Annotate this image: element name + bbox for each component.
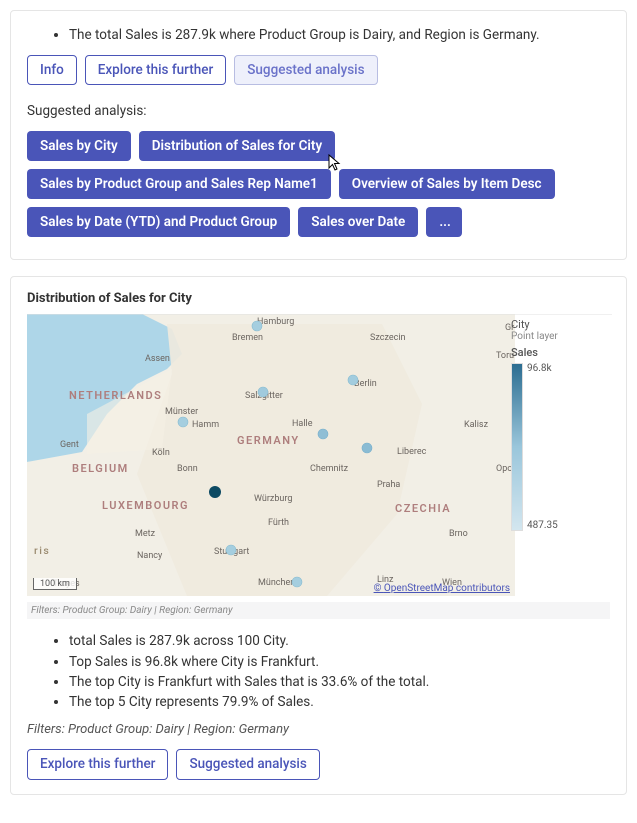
- narrative-filters: Filters: Product Group: Dairy | Region: …: [27, 722, 610, 737]
- map-point[interactable]: [178, 417, 188, 427]
- map-point[interactable]: [226, 545, 236, 555]
- svg-text:Münster: Münster: [165, 407, 198, 417]
- legend-measure: Sales: [511, 346, 606, 359]
- map-point[interactable]: [292, 577, 302, 587]
- suggested-analysis-button-2[interactable]: Suggested analysis: [176, 749, 319, 779]
- svg-text:Würzburg: Würzburg: [254, 494, 292, 504]
- legend-layer-title: City: [511, 318, 606, 331]
- svg-text:Köln: Köln: [152, 448, 170, 458]
- chart-title: Distribution of Sales for City: [27, 291, 610, 306]
- svg-text:Brno: Brno: [449, 529, 468, 539]
- map-scale: 100 km: [33, 578, 77, 590]
- svg-text:Szczecin: Szczecin: [370, 333, 406, 343]
- chip-sales-by-city[interactable]: Sales by City: [27, 131, 131, 161]
- chip-sales-over-date[interactable]: Sales over Date: [298, 207, 418, 237]
- chip-more[interactable]: ...: [426, 207, 462, 237]
- svg-text:Liberec: Liberec: [397, 447, 427, 457]
- map-point[interactable]: [258, 387, 268, 397]
- svg-text:Hamburg: Hamburg: [257, 317, 294, 327]
- suggested-chips-row-3: Sales by Date (YTD) and Product Group Sa…: [27, 207, 610, 237]
- chip-overview-sales-itemdesc[interactable]: Overview of Sales by Item Desc: [339, 169, 555, 199]
- svg-text:BELGIUM: BELGIUM: [72, 462, 129, 475]
- map-filters-small: Filters: Product Group: Dairy | Region: …: [27, 602, 610, 619]
- svg-text:GERMANY: GERMANY: [237, 434, 300, 447]
- suggested-chips-row-1: Sales by City Distribution of Sales for …: [27, 131, 610, 161]
- map-attribution[interactable]: © OpenStreetMap contributors: [374, 583, 510, 594]
- narrative-bullet: The top 5 City represents 79.9% of Sales…: [69, 692, 610, 712]
- map-container: Hamburg Bremen Assen Szczecin Gr Toru Sa…: [27, 314, 610, 596]
- explore-further-button[interactable]: Explore this further: [85, 55, 226, 85]
- action-buttons-row-2: Explore this further Suggested analysis: [27, 749, 610, 779]
- distribution-card: Distribution of Sales for City Hamburg B…: [10, 276, 627, 794]
- svg-text:Chemnitz: Chemnitz: [310, 464, 349, 474]
- map-point-top[interactable]: [209, 486, 221, 498]
- insight-card: The total Sales is 287.9k where Product …: [10, 10, 627, 260]
- svg-text:NETHERLANDS: NETHERLANDS: [69, 389, 162, 402]
- svg-text:Assen: Assen: [145, 354, 170, 364]
- svg-text:Kalisz: Kalisz: [464, 420, 489, 430]
- insight-bullets: The total Sales is 287.9k where Product …: [27, 25, 610, 45]
- svg-text:Bonn: Bonn: [177, 464, 198, 474]
- narrative-bullet: Top Sales is 96.8k where City is Frankfu…: [69, 652, 610, 672]
- narrative-bullet: total Sales is 287.9k across 100 City.: [69, 631, 610, 651]
- svg-text:Hamm: Hamm: [192, 420, 219, 430]
- map-point[interactable]: [318, 429, 328, 439]
- legend-layer-sub: Point layer: [511, 331, 606, 342]
- legend-range: 96.8k 487.35: [523, 363, 558, 531]
- legend-min: 487.35: [527, 520, 558, 531]
- svg-text:LUXEMBOURG: LUXEMBOURG: [102, 499, 189, 512]
- suggested-analysis-button[interactable]: Suggested analysis: [234, 55, 377, 85]
- suggested-chips-row-2: Sales by Product Group and Sales Rep Nam…: [27, 169, 610, 199]
- svg-text:Fürth: Fürth: [268, 518, 289, 528]
- map-legend: City Point layer Sales 96.8k 487.35: [511, 318, 606, 531]
- chip-sales-date-ytd-productgroup[interactable]: Sales by Date (YTD) and Product Group: [27, 207, 290, 237]
- legend-max: 96.8k: [527, 363, 558, 374]
- map-point[interactable]: [362, 443, 372, 453]
- chip-sales-productgroup-rep[interactable]: Sales by Product Group and Sales Rep Nam…: [27, 169, 331, 199]
- svg-text:München: München: [258, 578, 295, 588]
- suggested-analysis-title: Suggested analysis:: [27, 103, 610, 119]
- svg-text:Metz: Metz: [135, 529, 156, 539]
- explore-further-button-2[interactable]: Explore this further: [27, 749, 168, 779]
- svg-text:Bremen: Bremen: [232, 333, 263, 343]
- narrative-bullets: total Sales is 287.9k across 100 City. T…: [27, 631, 610, 712]
- svg-text:Nancy: Nancy: [137, 551, 163, 561]
- info-button[interactable]: Info: [27, 55, 77, 85]
- svg-text:ris: ris: [34, 544, 50, 557]
- map-point[interactable]: [252, 321, 262, 331]
- chip-distribution-sales-city[interactable]: Distribution of Sales for City: [139, 131, 335, 161]
- map-point[interactable]: [348, 375, 358, 385]
- svg-text:CZECHIA: CZECHIA: [395, 502, 451, 515]
- svg-text:Praha: Praha: [377, 480, 400, 490]
- insight-bullet: The total Sales is 287.9k where Product …: [69, 25, 610, 45]
- svg-text:Gent: Gent: [60, 440, 79, 450]
- action-buttons-row: Info Explore this further Suggested anal…: [27, 55, 610, 85]
- legend-gradient: 96.8k 487.35: [511, 363, 606, 531]
- narrative-bullet: The top City is Frankfurt with Sales tha…: [69, 672, 610, 692]
- legend-gradient-bar: [511, 363, 523, 531]
- svg-text:Halle: Halle: [292, 419, 313, 429]
